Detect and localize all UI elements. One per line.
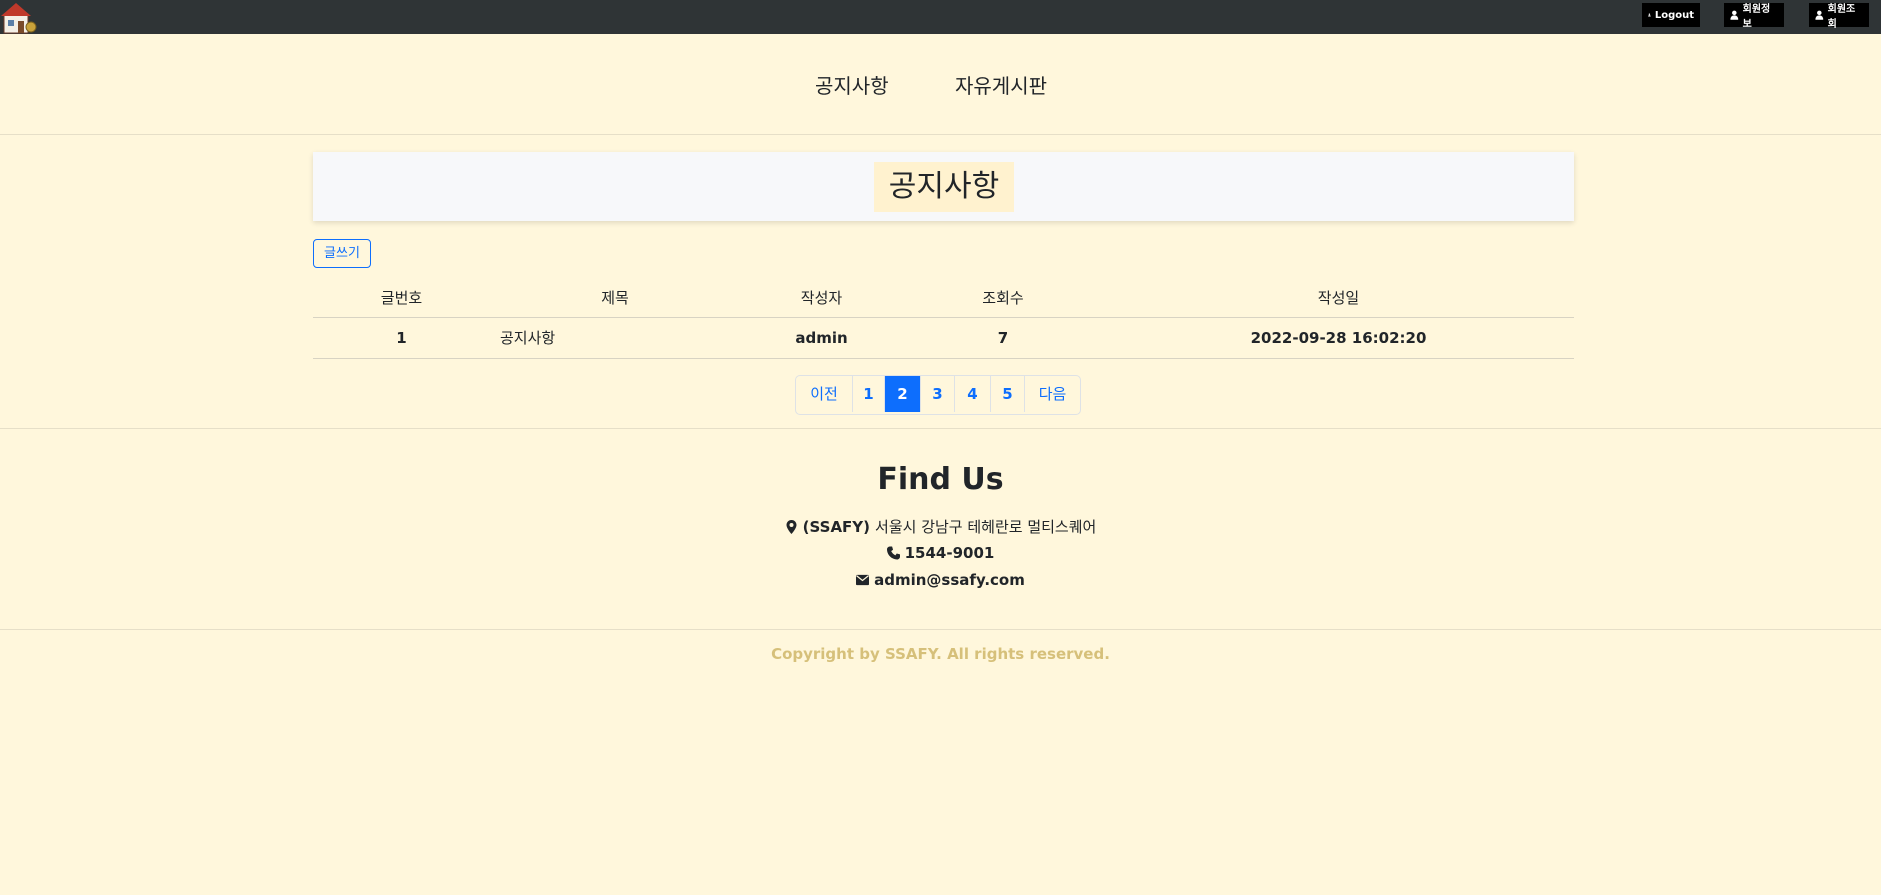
map-marker-icon — [786, 519, 797, 534]
member-info-button[interactable]: 회원정보 — [1724, 3, 1784, 30]
nav-notice[interactable]: 공지사항 — [815, 70, 889, 99]
user-icon — [1730, 10, 1739, 20]
page-title-card: 공지사항 — [313, 152, 1574, 221]
user-icon — [1815, 10, 1824, 20]
address-text: 서울시 강남구 테헤란로 멀티스퀘어 — [875, 518, 1097, 536]
row-author: admin — [795, 329, 848, 347]
row-views: 7 — [997, 329, 1009, 347]
phone-icon — [886, 546, 900, 560]
house-logo-icon[interactable] — [0, 0, 40, 34]
page-prev-button[interactable]: 이전 — [796, 376, 852, 412]
header-views: 조회수 — [982, 289, 1024, 307]
footer-email: admin@ssafy.com — [0, 571, 1881, 589]
page-3-button[interactable]: 3 — [920, 376, 954, 412]
phone-number: 1544-9001 — [904, 544, 995, 562]
pagination: 이전 1 2 3 4 5 다음 — [795, 375, 1081, 415]
page-title: 공지사항 — [874, 162, 1014, 212]
table-row[interactable]: 1 공지사항 admin 7 2022-09-28 16:02:20 — [313, 318, 1574, 359]
logout-label: Logout — [1654, 9, 1694, 21]
logout-button[interactable]: Logout — [1642, 3, 1700, 27]
page-1-button[interactable]: 1 — [852, 376, 884, 412]
row-date: 2022-09-28 16:02:20 — [1250, 329, 1427, 347]
row-title-link[interactable]: 공지사항 — [500, 318, 555, 358]
envelope-icon — [856, 574, 870, 586]
footer-phone: 1544-9001 — [0, 544, 1881, 562]
address-company: (SSAFY) — [802, 517, 871, 536]
page-2-button[interactable]: 2 — [884, 376, 920, 412]
table-header: 글번호 제목 작성자 조회수 작성일 — [313, 279, 1574, 318]
top-bar: Logout 회원정보 회원조회 — [0, 0, 1881, 34]
page-4-button[interactable]: 4 — [954, 376, 990, 412]
copyright-text: Copyright by SSAFY. All rights reserved. — [771, 645, 1110, 663]
page-5-button[interactable]: 5 — [990, 376, 1024, 412]
header-date: 작성일 — [1317, 289, 1360, 307]
page-next-button[interactable]: 다음 — [1024, 376, 1080, 412]
notice-table: 글번호 제목 작성자 조회수 작성일 1 공지사항 admin 7 2022-0… — [313, 279, 1574, 359]
main-nav: 공지사항 자유게시판 — [0, 34, 1881, 135]
member-search-label: 회원조회 — [1827, 4, 1856, 30]
header-title: 제목 — [601, 289, 629, 307]
find-us-title: Find Us — [877, 462, 1004, 497]
footer-divider — [0, 428, 1881, 429]
header-author: 작성자 — [800, 289, 843, 307]
member-search-button[interactable]: 회원조회 — [1809, 3, 1869, 30]
header-no: 글번호 — [380, 289, 423, 307]
footer-divider-bottom — [0, 629, 1881, 630]
nav-free-board[interactable]: 자유게시판 — [955, 70, 1047, 99]
user-icon — [1648, 13, 1651, 17]
row-no: 1 — [396, 329, 407, 347]
footer-address: (SSAFY) 서울시 강남구 테헤란로 멀티스퀘어 — [0, 516, 1881, 537]
email-address: admin@ssafy.com — [874, 571, 1025, 589]
member-info-label: 회원정보 — [1742, 4, 1771, 30]
write-button[interactable]: 글쓰기 — [313, 239, 371, 268]
